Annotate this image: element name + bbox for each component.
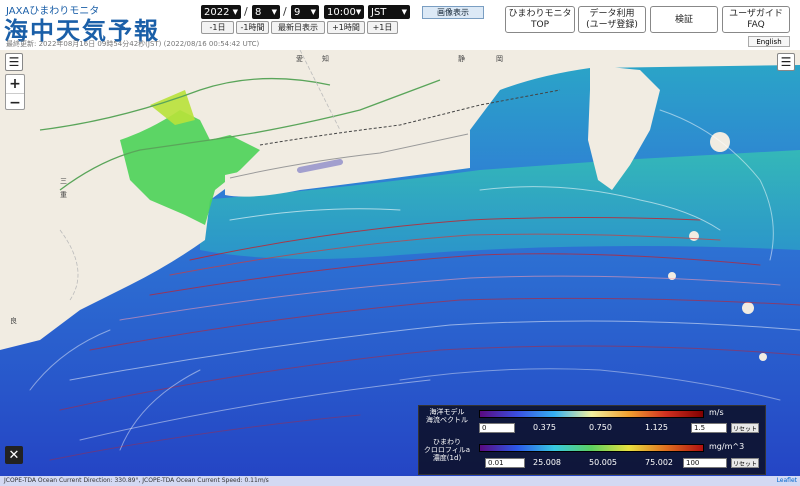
time-value: 10:00 — [327, 6, 356, 18]
data-usage-button[interactable]: データ利用 (ユーザ登録) — [578, 6, 646, 33]
latest-day-button[interactable]: 最新日表示 — [271, 21, 325, 34]
zoom-control: + − — [5, 74, 25, 112]
current-max-input[interactable]: 1.5 — [691, 423, 727, 433]
last-updated-text: 最終更新: 2022年08月16日 09時54分42秒(JST) (2022/0… — [6, 40, 260, 48]
chlorophyll-tick: 25.008 — [533, 458, 561, 467]
current-tick: 0.750 — [589, 423, 612, 432]
island — [689, 231, 699, 241]
time-select[interactable]: 10:00 ▼ — [324, 5, 364, 19]
chlorophyll-tick: 50.005 — [589, 458, 617, 467]
zoom-out-button[interactable]: − — [6, 94, 24, 112]
place-label: 良 — [10, 317, 17, 325]
chevron-down-icon: ▼ — [310, 8, 316, 16]
nav-label: FAQ — [747, 20, 765, 30]
menu-icon: ☰ — [780, 55, 792, 69]
chlorophyll-max-input[interactable]: 100 — [683, 458, 727, 468]
nav-label: 検証 — [674, 15, 693, 25]
plus-hour-button[interactable]: +1時間 — [327, 21, 365, 34]
minus-hour-button[interactable]: -1時間 — [236, 21, 269, 34]
current-legend-title: 海洋モデル 海流ベクトル — [421, 408, 473, 424]
month-value: 8 — [255, 6, 262, 18]
layers-menu-right-button[interactable]: ☰ — [777, 53, 795, 71]
current-min-input[interactable]: 0 — [479, 423, 515, 433]
island — [710, 132, 730, 152]
header: JAXAひまわりモニタ 海中天気予報 最終更新: 2022年08月16日 09時… — [0, 0, 800, 51]
legend-title-line: クロロフィルa — [423, 446, 471, 454]
day-value: 9 — [294, 6, 301, 18]
current-colorbar — [479, 410, 704, 418]
current-unit: m/s — [709, 408, 724, 417]
place-label: 三 — [60, 177, 67, 185]
current-tick: 1.125 — [645, 423, 668, 432]
minus-day-button[interactable]: -1日 — [201, 21, 234, 34]
nav-label: TOP — [530, 20, 549, 30]
chlorophyll-min-input[interactable]: 0.01 — [485, 458, 525, 468]
legend-title-line: ひまわり — [433, 438, 461, 446]
map-view[interactable]: 愛 知 静 岡 三 重 良 ☰ + − ☰ ✕ 海洋モデル 海流ベクトル m/s… — [0, 50, 800, 486]
place-label: 愛 — [296, 55, 303, 63]
place-label: 岡 — [496, 55, 503, 63]
nav-label: データ利用 — [589, 9, 635, 19]
island — [759, 353, 767, 361]
plus-day-button[interactable]: +1日 — [367, 21, 398, 34]
legend-panel: 海洋モデル 海流ベクトル m/s 0 0.375 0.750 1.125 1.5… — [418, 405, 766, 475]
close-icon[interactable]: ✕ — [5, 446, 23, 464]
date-separator: / — [283, 5, 287, 18]
chevron-down-icon: ▼ — [401, 8, 407, 16]
layers-menu-left-button[interactable]: ☰ — [5, 53, 23, 71]
english-button[interactable]: English — [748, 36, 790, 47]
nav-label: ユーザガイド — [729, 9, 783, 19]
leaflet-attribution-link[interactable]: Leaflet — [777, 476, 797, 486]
timezone-select[interactable]: JST ▼ — [368, 5, 410, 19]
zoom-in-button[interactable]: + — [6, 75, 24, 94]
chevron-down-icon: ▼ — [232, 8, 238, 16]
chlorophyll-unit: mg/m^3 — [709, 442, 745, 451]
chevron-down-icon: ▼ — [355, 8, 362, 16]
chlorophyll-reset-button[interactable]: リセット — [731, 458, 759, 468]
legend-title-line: 海洋モデル — [429, 408, 465, 416]
menu-icon: ☰ — [8, 55, 20, 69]
place-label: 静 — [458, 55, 465, 63]
user-guide-button[interactable]: ユーザガイド FAQ — [722, 6, 790, 33]
nav-label: (ユーザ登録) — [586, 20, 638, 30]
nav-label: ひまわりモニタ — [508, 9, 572, 19]
legend-title-line: 濃度(1d) — [432, 454, 462, 462]
year-select[interactable]: 2022 ▼ — [201, 5, 241, 19]
year-value: 2022 — [204, 6, 230, 18]
chevron-down-icon: ▼ — [271, 8, 277, 16]
timezone-value: JST — [371, 6, 387, 18]
status-readout: JCOPE-TDA Ocean Current Direction: 330.8… — [0, 476, 800, 486]
chlorophyll-tick: 75.002 — [645, 458, 673, 467]
current-tick: 0.375 — [533, 423, 556, 432]
verification-button[interactable]: 検証 — [650, 6, 718, 33]
place-label: 重 — [60, 191, 67, 199]
chlorophyll-legend-title: ひまわり クロロフィルa 濃度(1d) — [421, 438, 473, 462]
current-reset-button[interactable]: リセット — [731, 423, 759, 433]
himawari-top-button[interactable]: ひまわりモニタ TOP — [505, 6, 575, 33]
display-image-button[interactable]: 画像表示 — [422, 6, 484, 19]
chlorophyll-colorbar — [479, 444, 704, 452]
island — [742, 302, 754, 314]
date-separator: / — [244, 5, 248, 18]
month-select[interactable]: 8 ▼ — [252, 5, 280, 19]
legend-title-line: 海流ベクトル — [426, 416, 468, 424]
place-label: 知 — [322, 55, 329, 63]
day-select[interactable]: 9 ▼ — [291, 5, 319, 19]
